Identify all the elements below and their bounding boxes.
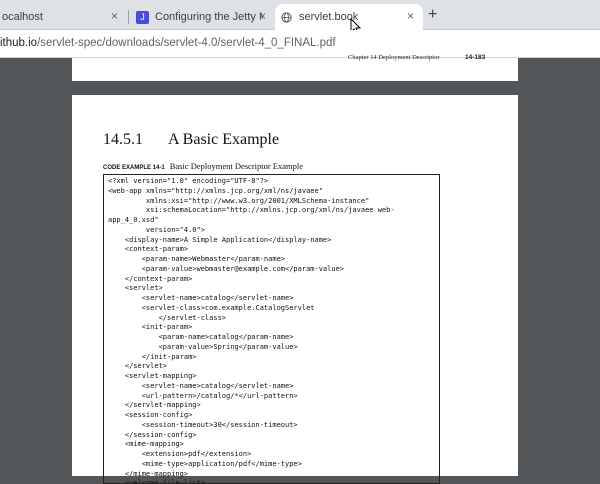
code-line: <url-pattern>/catalog/*</url-pattern> [108, 391, 298, 400]
tab-strip: ocalhost × J Configuring the Jetty Maven… [0, 0, 600, 30]
code-line: <servlet-class>com.example.CatalogServle… [108, 303, 315, 312]
code-example-caption: CODE EXAMPLE 14-1 Basic Deployment Descri… [103, 161, 303, 171]
code-line: <param-value>Spring</param-value> [108, 342, 298, 351]
code-block: <?xml version="1.0" encoding="UTF-8"?> <w… [103, 174, 440, 484]
close-icon[interactable]: × [407, 9, 414, 23]
code-line: <session-config> [108, 411, 193, 419]
caption-title: Basic Deployment Descriptor Example [169, 161, 304, 171]
code-line: xmlns:xsi="http://www.w3.org/2001/XMLSch… [108, 196, 370, 205]
url-path: /servlet-spec/downloads/servlet-4.0/serv… [37, 37, 336, 49]
code-line: <context-param> [108, 245, 189, 254]
code-line: <param-name>Webmaster</param-name> [108, 255, 286, 263]
code-line: </context-param> [108, 274, 193, 283]
code-line: xsi:schemaLocation="http://xmlns.jcp.org… [108, 206, 395, 215]
code-line: <extension>pdf</extension> [108, 450, 252, 458]
tab-label: ocalhost [2, 11, 43, 23]
tab-jetty-maven[interactable]: J Configuring the Jetty Maven × [130, 4, 270, 30]
code-line: <servlet-name>catalog</servlet-name> [108, 294, 294, 302]
code-line: <servlet-name>catalog</servlet-name> [108, 381, 294, 390]
pdf-page: 14.5.1 A Basic Example CODE EXAMPLE 14-1 B… [72, 95, 518, 484]
tab-label: Configuring the Jetty Maven [155, 11, 263, 23]
code-line: <web-app xmlns="http://xmlns.jcp.org/xml… [108, 186, 323, 195]
caption-label: CODE EXAMPLE 14-1 [103, 165, 165, 171]
code-line: app_4_0.xsd" [108, 216, 159, 224]
code-line: </servlet-mapping> [108, 401, 201, 410]
code-line: <mime-mapping> [108, 440, 184, 449]
code-line: <param-value>webmaster@example.com</para… [108, 264, 345, 273]
code-listing: <?xml version="1.0" encoding="UTF-8"?> <w… [104, 175, 439, 484]
code-line: <welcome-file-list> [108, 479, 205, 484]
code-line: <mime-type>application/pdf</mime-type> [108, 459, 302, 468]
section-number: 14.5.1 [103, 131, 143, 148]
running-header-page-number: 14-183 [465, 54, 486, 61]
code-line: </session-config> [108, 430, 197, 439]
close-icon[interactable]: × [259, 9, 266, 23]
code-line: </init-param> [108, 352, 197, 361]
code-line: <servlet> [108, 284, 163, 293]
code-line: <init-param> [108, 323, 193, 332]
jetty-favicon: J [136, 10, 149, 24]
code-line: <servlet-mapping> [108, 372, 197, 380]
code-line: version="4.0"> [108, 225, 205, 234]
code-line: <display-name>A Simple Application</disp… [108, 235, 332, 244]
globe-icon [281, 11, 292, 23]
code-line: </mime-mapping> [108, 469, 189, 478]
tab-localhost[interactable]: ocalhost × [0, 4, 126, 30]
running-header-chapter: Chapter 14 Deployment Descriptor [348, 54, 440, 61]
pdf-page-previous: Chapter 14 Deployment Descriptor 14-183 [72, 54, 518, 81]
code-line: </servlet-class> [108, 313, 227, 322]
address-bar[interactable]: ithub.io/servlet-spec/downloads/servlet-… [0, 30, 600, 58]
tab-servlet-book[interactable]: servlet.book × [275, 4, 423, 30]
plus-icon[interactable]: + [428, 6, 437, 24]
section-title: A Basic Example [168, 131, 280, 148]
tab-separator [128, 10, 129, 24]
section-heading: 14.5.1 A Basic Example [103, 131, 279, 149]
close-icon[interactable]: × [111, 9, 118, 23]
code-line: <param-name>catalog</param-name> [108, 333, 294, 341]
url-text[interactable]: ithub.io/servlet-spec/downloads/servlet-… [0, 37, 336, 49]
code-line: <session-timeout>30</session-timeout> [108, 420, 298, 429]
code-line: </servlet> [108, 362, 168, 371]
url-host: ithub.io [0, 37, 38, 49]
code-line: <?xml version="1.0" encoding="UTF-8"?> [108, 177, 269, 185]
